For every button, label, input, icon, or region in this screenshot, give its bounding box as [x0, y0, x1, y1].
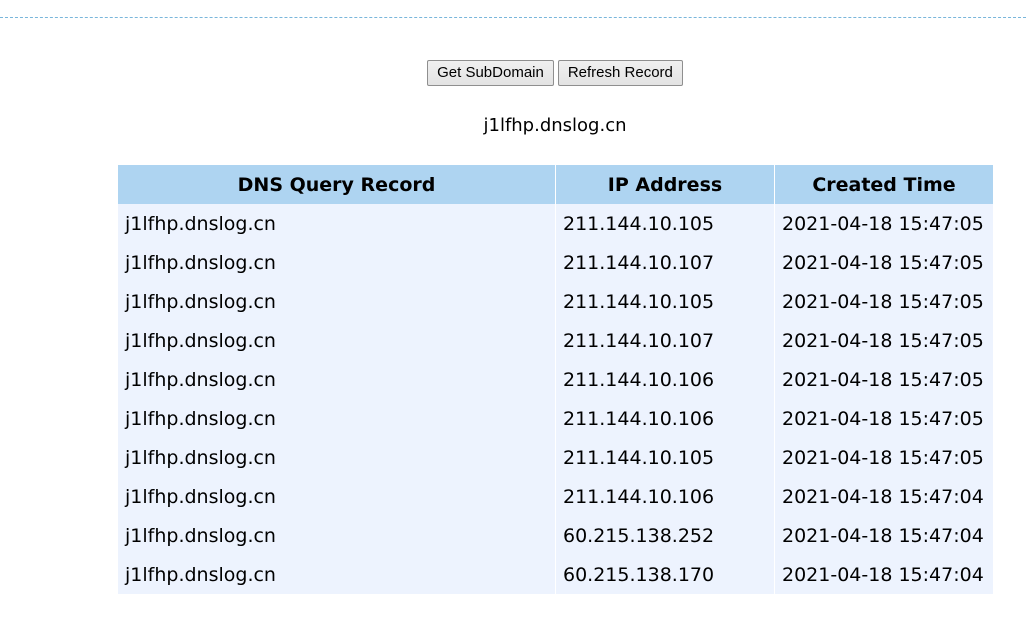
- created-time-cell: 2021-04-18 15:47:04: [782, 524, 984, 547]
- ip-address-cell: 211.144.10.105: [555, 438, 775, 477]
- dns-record-table: DNS Query Record IP Address Created Time…: [118, 165, 993, 594]
- created-time-cell: 2021-04-18 15:47:05: [782, 329, 984, 352]
- created-time-cell: 2021-04-18 15:47:05: [782, 446, 984, 469]
- column-header-created-time: Created Time: [774, 165, 993, 204]
- dns-query-record-cell: j1lfhp.dnslog.cn: [118, 399, 556, 438]
- created-time-cell: 2021-04-18 15:47:05: [782, 407, 984, 430]
- table-row: j1lfhp.dnslog.cn 60.215.138.170 2021-04-…: [118, 555, 993, 594]
- ip-address-cell: 211.144.10.107: [555, 243, 775, 282]
- table-row: j1lfhp.dnslog.cn 211.144.10.106 2021-04-…: [118, 477, 993, 516]
- created-time-cell: 2021-04-18 15:47:05: [782, 212, 984, 235]
- dns-query-record-cell: j1lfhp.dnslog.cn: [118, 282, 556, 321]
- table-header-row: DNS Query Record IP Address Created Time: [118, 165, 993, 204]
- dns-query-record-cell: j1lfhp.dnslog.cn: [118, 360, 556, 399]
- table-row: j1lfhp.dnslog.cn 211.144.10.107 2021-04-…: [118, 321, 993, 360]
- top-dashed-divider: [0, 17, 1026, 18]
- created-time-cell: 2021-04-18 15:47:04: [782, 485, 984, 508]
- ip-address-cell: 60.215.138.252: [555, 516, 775, 555]
- ip-address-cell: 60.215.138.170: [555, 555, 775, 594]
- ip-address-cell: 211.144.10.106: [555, 477, 775, 516]
- dns-query-record-cell: j1lfhp.dnslog.cn: [118, 477, 556, 516]
- column-header-dns-query-record: DNS Query Record: [118, 165, 556, 204]
- dns-query-record-cell: j1lfhp.dnslog.cn: [118, 243, 556, 282]
- ip-address-cell: 211.144.10.105: [555, 204, 775, 243]
- ip-address-cell: 211.144.10.107: [555, 321, 775, 360]
- created-time-cell: 2021-04-18 15:47:05: [782, 290, 984, 313]
- created-time-cell: 2021-04-18 15:47:05: [782, 251, 984, 274]
- dns-query-record-cell: j1lfhp.dnslog.cn: [118, 321, 556, 360]
- table-row: j1lfhp.dnslog.cn 211.144.10.107 2021-04-…: [118, 243, 993, 282]
- dns-query-record-cell: j1lfhp.dnslog.cn: [118, 516, 556, 555]
- dns-query-record-cell: j1lfhp.dnslog.cn: [118, 555, 556, 594]
- table-row: j1lfhp.dnslog.cn 211.144.10.106 2021-04-…: [118, 399, 993, 438]
- table-row: j1lfhp.dnslog.cn 211.144.10.105 2021-04-…: [118, 438, 993, 477]
- get-subdomain-button[interactable]: Get SubDomain: [427, 60, 554, 86]
- table-row: j1lfhp.dnslog.cn 60.215.138.252 2021-04-…: [118, 516, 993, 555]
- table-row: j1lfhp.dnslog.cn 211.144.10.106 2021-04-…: [118, 360, 993, 399]
- current-subdomain: j1lfhp.dnslog.cn: [483, 115, 627, 136]
- dns-query-record-cell: j1lfhp.dnslog.cn: [118, 438, 556, 477]
- created-time-cell: 2021-04-18 15:47:04: [782, 563, 984, 586]
- created-time-cell: 2021-04-18 15:47:05: [782, 368, 984, 391]
- refresh-record-button[interactable]: Refresh Record: [557, 60, 683, 86]
- table-row: j1lfhp.dnslog.cn 211.144.10.105 2021-04-…: [118, 282, 993, 321]
- toolbar: Get SubDomain Refresh Record: [0, 60, 1026, 86]
- ip-address-cell: 211.144.10.106: [555, 399, 775, 438]
- dns-query-record-cell: j1lfhp.dnslog.cn: [118, 204, 556, 243]
- column-header-ip-address: IP Address: [555, 165, 775, 204]
- ip-address-cell: 211.144.10.106: [555, 360, 775, 399]
- table-row: j1lfhp.dnslog.cn 211.144.10.105 2021-04-…: [118, 204, 993, 243]
- ip-address-cell: 211.144.10.105: [555, 282, 775, 321]
